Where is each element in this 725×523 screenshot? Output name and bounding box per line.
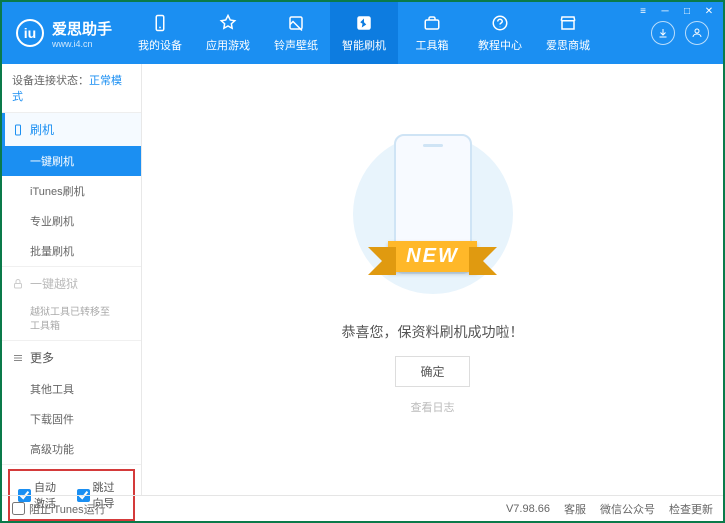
nav-tab-devices[interactable]: 我的设备 bbox=[126, 2, 194, 64]
connection-label: 设备连接状态： bbox=[12, 75, 89, 87]
nav-tab-store[interactable]: 爱思商城 bbox=[534, 2, 602, 64]
nav-tab-apps[interactable]: 应用游戏 bbox=[194, 2, 262, 64]
nav-label: 我的设备 bbox=[138, 37, 182, 53]
sidebar-header-label: 刷机 bbox=[30, 121, 54, 138]
sidebar-header-jailbreak[interactable]: 一键越狱 bbox=[2, 267, 141, 300]
media-icon bbox=[286, 13, 306, 33]
list-icon bbox=[12, 352, 24, 364]
nav-label: 应用游戏 bbox=[206, 37, 250, 53]
help-icon bbox=[490, 13, 510, 33]
sidebar-item-itunes-flash[interactable]: iTunes刷机 bbox=[2, 176, 141, 206]
block-itunes-checkbox[interactable]: 阻止iTunes运行 bbox=[12, 501, 106, 517]
sidebar-item-oneclick-flash[interactable]: 一键刷机 bbox=[2, 146, 141, 176]
maximize-button[interactable]: □ bbox=[677, 4, 697, 18]
nav-tab-flash[interactable]: 智能刷机 bbox=[330, 2, 398, 64]
titlebar-actions bbox=[651, 21, 723, 45]
phone-icon bbox=[150, 13, 170, 33]
main-content: NEW 恭喜您，保资料刷机成功啦！ 确定 查看日志 bbox=[142, 64, 723, 495]
store-icon bbox=[558, 13, 578, 33]
apps-icon bbox=[218, 13, 238, 33]
body: 设备连接状态：正常模式 刷机 一键刷机 iTunes刷机 专业刷机 批量刷机 一… bbox=[2, 64, 723, 495]
sidebar-item-advanced[interactable]: 高级功能 bbox=[2, 434, 141, 464]
nav-label: 工具箱 bbox=[416, 37, 449, 53]
connection-status: 设备连接状态：正常模式 bbox=[2, 64, 141, 113]
nav-label: 教程中心 bbox=[478, 37, 522, 53]
logo-area: iu 爱思助手 www.i4.cn bbox=[2, 18, 126, 49]
sidebar-item-other-tools[interactable]: 其他工具 bbox=[2, 374, 141, 404]
sidebar-header-flash[interactable]: 刷机 bbox=[2, 113, 141, 146]
success-message: 恭喜您，保资料刷机成功啦！ bbox=[342, 322, 524, 342]
window-controls: ≡ ─ □ ✕ bbox=[633, 4, 719, 18]
nav-label: 智能刷机 bbox=[342, 37, 386, 53]
view-log-link[interactable]: 查看日志 bbox=[411, 399, 455, 415]
nav-tab-tutorial[interactable]: 教程中心 bbox=[466, 2, 534, 64]
nav-label: 爱思商城 bbox=[546, 37, 590, 53]
sidebar-header-more[interactable]: 更多 bbox=[2, 341, 141, 374]
confirm-button[interactable]: 确定 bbox=[395, 356, 469, 387]
wechat-link[interactable]: 微信公众号 bbox=[600, 501, 655, 517]
flash-icon bbox=[354, 13, 374, 33]
logo-icon: iu bbox=[16, 19, 44, 47]
minimize-button[interactable]: ─ bbox=[655, 4, 675, 18]
app-window: ≡ ─ □ ✕ iu 爱思助手 www.i4.cn 我的设备 应用游戏 铃声壁纸 bbox=[2, 2, 723, 521]
checkbox-label: 阻止iTunes运行 bbox=[29, 501, 106, 517]
jailbreak-note: 越狱工具已转移至 工具箱 bbox=[2, 300, 141, 340]
app-url: www.i4.cn bbox=[52, 39, 112, 49]
phone-icon bbox=[12, 124, 24, 136]
toolbox-icon bbox=[422, 13, 442, 33]
sidebar-item-batch-flash[interactable]: 批量刷机 bbox=[2, 236, 141, 266]
lock-icon bbox=[12, 278, 24, 290]
titlebar: ≡ ─ □ ✕ iu 爱思助手 www.i4.cn 我的设备 应用游戏 铃声壁纸 bbox=[2, 2, 723, 64]
new-ribbon: NEW bbox=[343, 238, 523, 274]
success-illustration: NEW bbox=[343, 124, 523, 304]
sidebar-header-label: 更多 bbox=[30, 349, 54, 366]
nav-tabs: 我的设备 应用游戏 铃声壁纸 智能刷机 工具箱 教程中心 bbox=[126, 2, 651, 64]
user-button[interactable] bbox=[685, 21, 709, 45]
menu-icon[interactable]: ≡ bbox=[633, 4, 653, 18]
service-link[interactable]: 客服 bbox=[564, 501, 586, 517]
nav-label: 铃声壁纸 bbox=[274, 37, 318, 53]
sidebar-item-pro-flash[interactable]: 专业刷机 bbox=[2, 206, 141, 236]
nav-tab-media[interactable]: 铃声壁纸 bbox=[262, 2, 330, 64]
nav-tab-toolbox[interactable]: 工具箱 bbox=[398, 2, 466, 64]
sidebar-header-label: 一键越狱 bbox=[30, 275, 78, 292]
sidebar: 设备连接状态：正常模式 刷机 一键刷机 iTunes刷机 专业刷机 批量刷机 一… bbox=[2, 64, 142, 495]
version-label: V7.98.66 bbox=[506, 503, 550, 515]
statusbar: 阻止iTunes运行 V7.98.66 客服 微信公众号 检查更新 bbox=[2, 495, 723, 521]
close-button[interactable]: ✕ bbox=[699, 4, 719, 18]
sidebar-item-download-firmware[interactable]: 下载固件 bbox=[2, 404, 141, 434]
app-name: 爱思助手 bbox=[52, 18, 112, 39]
ribbon-text: NEW bbox=[388, 241, 477, 272]
download-button[interactable] bbox=[651, 21, 675, 45]
check-update-link[interactable]: 检查更新 bbox=[669, 501, 713, 517]
